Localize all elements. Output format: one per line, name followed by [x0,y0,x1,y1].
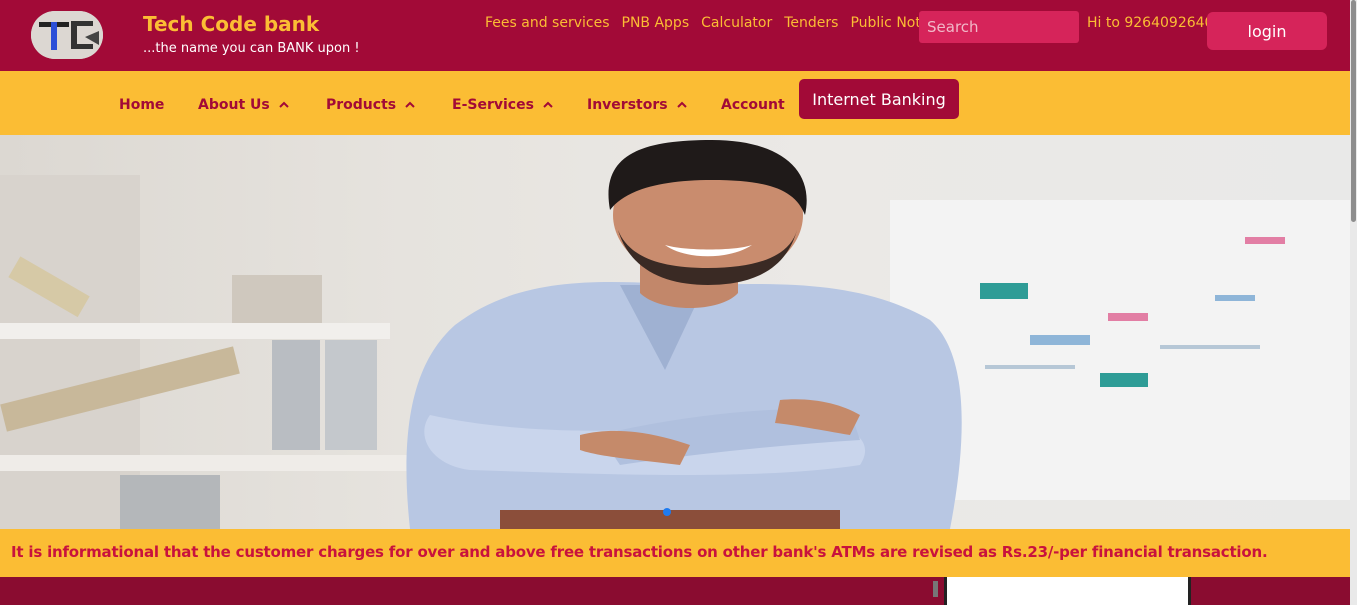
internet-banking-button[interactable]: Internet Banking [799,79,959,119]
user-greeting: Hi to 9264092640 [1087,15,1214,31]
main-nav: Home About Us Products E-Services Invers… [0,71,1350,135]
link-fees-and-services[interactable]: Fees and services [485,15,610,31]
top-header: Tech Code bank ...the name you can BANK … [0,0,1350,71]
nav-investors-label: Inverstors [587,97,668,113]
notice-text: It is informational that the customer ch… [11,543,1268,561]
nav-home-label: Home [119,97,165,113]
carousel-indicator-dot[interactable] [663,508,671,516]
hero-image [0,140,1350,529]
divider-mark [933,581,938,597]
link-calculator[interactable]: Calculator [701,15,772,31]
notice-banner: It is informational that the customer ch… [0,529,1350,577]
chevron-up-icon [543,101,553,108]
link-pnb-apps[interactable]: PNB Apps [622,15,690,31]
chevron-up-icon [676,101,687,108]
nav-about-us[interactable]: About Us [198,97,290,113]
hero-carousel[interactable] [0,135,1350,529]
nav-products-label: Products [326,97,397,113]
nav-account-label: Account [721,97,785,113]
page-scrollbar[interactable] [1350,0,1357,605]
search-input[interactable] [919,11,1079,43]
bank-logo[interactable] [31,11,103,59]
chevron-up-icon [405,101,415,108]
tc-logo-icon [31,11,103,59]
nav-investors[interactable]: Inverstors [587,97,688,113]
brand-tagline: ...the name you can BANK upon ! [143,41,360,56]
nav-about-us-label: About Us [198,97,270,113]
nav-e-services[interactable]: E-Services [452,97,554,113]
bottom-section [0,577,1350,605]
nav-home[interactable]: Home [119,97,164,113]
nav-e-services-label: E-Services [452,97,534,113]
link-tenders[interactable]: Tenders [784,15,838,31]
scrollbar-thumb[interactable] [1351,0,1356,222]
nav-products[interactable]: Products [326,97,416,113]
bottom-card [944,577,1191,605]
login-button[interactable]: login [1207,12,1327,50]
top-links: Fees and services PNB Apps Calculator Te… [485,15,948,31]
nav-account[interactable]: Account [721,97,785,113]
chevron-up-icon [279,101,289,108]
brand-name: Tech Code bank [143,12,320,36]
